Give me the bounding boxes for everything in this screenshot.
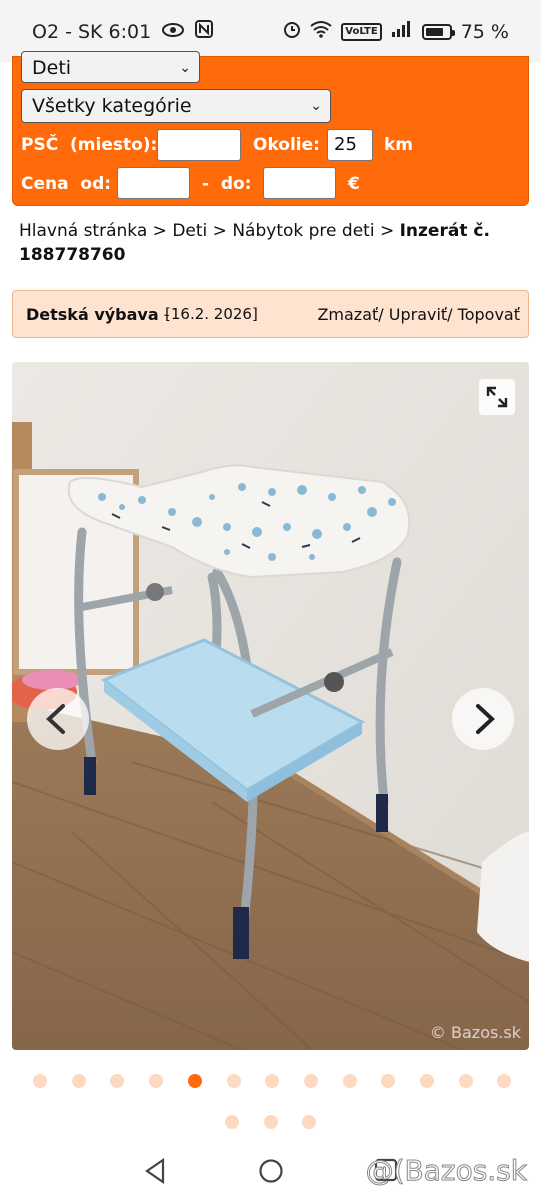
ad-date: [16.2. 2026] bbox=[165, 305, 258, 323]
breadcrumb-separator: > bbox=[147, 221, 173, 241]
home-icon[interactable] bbox=[258, 1158, 284, 1184]
clock: 6:01 bbox=[108, 20, 152, 43]
pagination-dot[interactable] bbox=[303, 1074, 318, 1088]
carrier-label: O2 - SK bbox=[32, 20, 103, 43]
ad-header: Detská výbava - [16.2. 2026] Zmazať/ Upr… bbox=[12, 290, 529, 338]
photo-watermark: © Bazos.sk bbox=[429, 1023, 521, 1042]
pagination-dot[interactable] bbox=[420, 1074, 434, 1088]
pagination-dot[interactable] bbox=[497, 1074, 512, 1088]
cena-do-input[interactable] bbox=[263, 167, 336, 199]
breadcrumb-category[interactable]: Deti bbox=[172, 221, 207, 241]
volte-icon: VoLTE bbox=[341, 22, 382, 41]
pagination-dot[interactable] bbox=[33, 1074, 47, 1088]
pagination-dot[interactable] bbox=[381, 1074, 396, 1088]
breadcrumb-home[interactable]: Hlavná stránka bbox=[19, 221, 147, 241]
ad-title-text: Detská výbava bbox=[26, 304, 159, 324]
chevron-down-icon: ⌄ bbox=[179, 60, 191, 76]
breadcrumb: Hlavná stránka > Deti > Nábytok pre deti… bbox=[19, 219, 519, 267]
psc-label: PSČ (miesto): bbox=[21, 135, 158, 155]
nfc-icon bbox=[195, 20, 214, 43]
pagination-dot[interactable] bbox=[265, 1074, 280, 1088]
category-select-value: Všetky kategórie bbox=[32, 95, 192, 117]
pagination-dot[interactable] bbox=[342, 1074, 357, 1088]
ad-actions-links[interactable]: Zmazať/ Upraviť/ Topovať bbox=[317, 305, 520, 324]
pagination-dot[interactable] bbox=[187, 1074, 202, 1088]
cena-od-label: Cena od: bbox=[21, 174, 112, 194]
search-panel: Deti ⌄ Všetky kategórie ⌄ PSČ (miesto): … bbox=[12, 51, 529, 206]
km-label: km bbox=[384, 135, 414, 155]
psc-input[interactable] bbox=[157, 129, 241, 161]
alarm-icon bbox=[283, 20, 301, 43]
pagination-dot[interactable] bbox=[263, 1115, 278, 1129]
cena-od-input[interactable] bbox=[117, 167, 190, 199]
image-pagination bbox=[0, 1074, 541, 1134]
status-left: O2 - SK 6:01 bbox=[32, 20, 214, 43]
ad-photo[interactable]: © Bazos.sk bbox=[12, 362, 529, 1050]
chevron-right-icon bbox=[476, 704, 495, 734]
next-image-button[interactable] bbox=[452, 688, 514, 750]
cena-do-label: - do: bbox=[202, 174, 252, 194]
breadcrumb-subcategory[interactable]: Nábytok pre deti bbox=[232, 221, 374, 241]
back-icon[interactable] bbox=[143, 1158, 167, 1184]
wifi-icon bbox=[310, 20, 332, 43]
battery-percent: 75 % bbox=[460, 20, 509, 43]
currency-label: € bbox=[348, 174, 360, 194]
pagination-dot[interactable] bbox=[110, 1074, 125, 1088]
chevron-left-icon bbox=[46, 704, 65, 734]
breadcrumb-separator: > bbox=[207, 221, 233, 241]
pagination-dot[interactable] bbox=[302, 1115, 317, 1129]
pagination-dot[interactable] bbox=[149, 1074, 164, 1088]
previous-image-button[interactable] bbox=[27, 688, 89, 750]
eye-icon bbox=[161, 21, 185, 43]
pagination-dot[interactable] bbox=[458, 1074, 473, 1088]
status-right: VoLTE 75 % bbox=[283, 20, 509, 43]
bazos-watermark: @(Bazos.sk bbox=[365, 1154, 527, 1188]
system-navigation-bar: @(Bazos.sk bbox=[0, 1140, 541, 1200]
expand-icon bbox=[486, 386, 508, 408]
okolie-label: Okolie: bbox=[253, 135, 320, 155]
ad-title: Detská výbava - bbox=[26, 305, 170, 324]
battery-icon bbox=[421, 23, 455, 40]
fullscreen-button[interactable] bbox=[479, 379, 515, 415]
breadcrumb-separator: > bbox=[374, 221, 400, 241]
pagination-dot[interactable] bbox=[225, 1115, 239, 1129]
section-select-value: Deti bbox=[32, 57, 72, 79]
pagination-dot[interactable] bbox=[226, 1074, 241, 1088]
chevron-down-icon: ⌄ bbox=[310, 98, 322, 114]
category-select[interactable]: Všetky kategórie ⌄ bbox=[21, 89, 331, 123]
signal-icon bbox=[391, 20, 413, 43]
okolie-input[interactable]: 25 bbox=[327, 129, 373, 161]
pagination-dot[interactable] bbox=[71, 1074, 86, 1088]
section-select[interactable]: Deti ⌄ bbox=[21, 51, 200, 83]
